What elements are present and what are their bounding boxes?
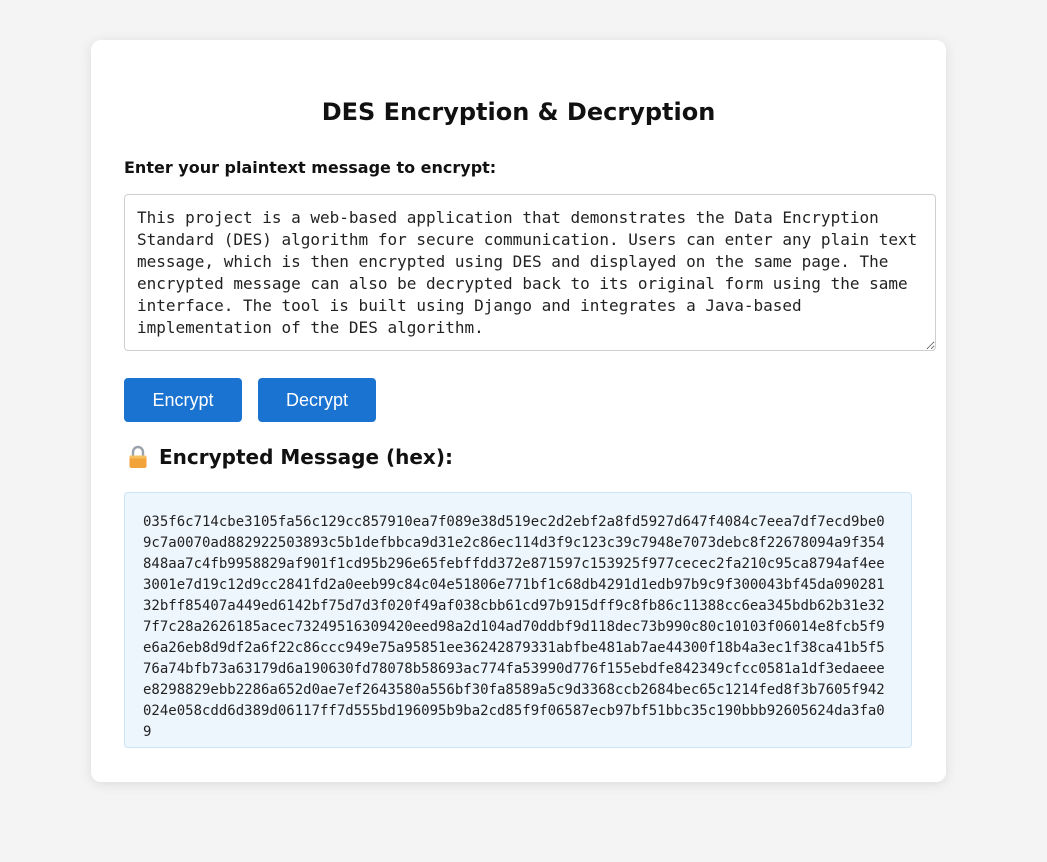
decrypt-button[interactable]: Decrypt (258, 378, 376, 422)
result-heading: Encrypted Message (hex): (128, 445, 453, 469)
page-title: DES Encryption & Decryption (321, 98, 716, 126)
plaintext-label: Enter your plaintext message to encrypt: (124, 158, 497, 177)
lock-icon (128, 445, 148, 469)
plaintext-input[interactable]: This project is a web-based application … (124, 194, 936, 351)
result-heading-text: Encrypted Message (hex): (159, 445, 453, 469)
main-card: DES Encryption & Decryption Enter your p… (91, 40, 946, 782)
encrypted-output: 035f6c714cbe3105fa56c129cc857910ea7f089e… (124, 492, 912, 748)
encrypt-button[interactable]: Encrypt (124, 378, 242, 422)
